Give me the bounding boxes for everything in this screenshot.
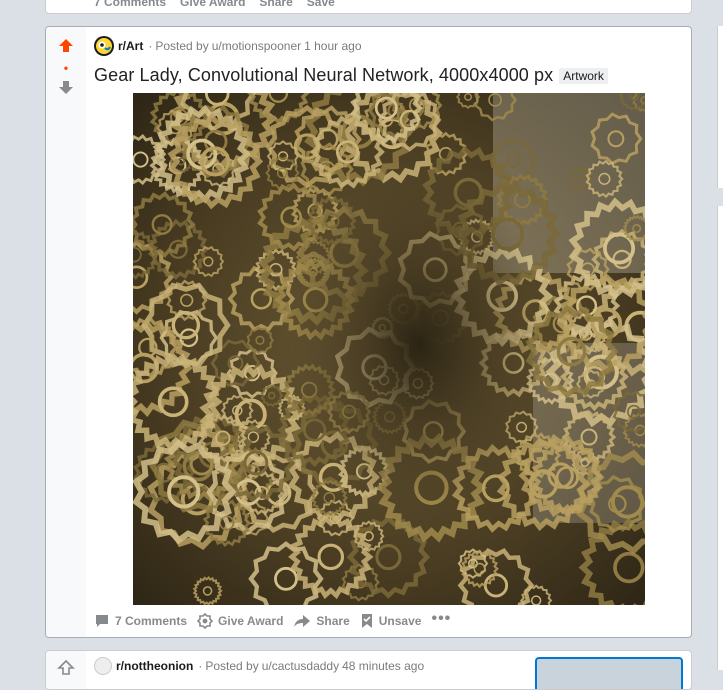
arrow-up-icon[interactable] bbox=[57, 37, 75, 55]
posted-by-label: Posted by bbox=[205, 659, 259, 673]
next-post-card[interactable]: r/nottheonion · Posted by u/cactusdaddy … bbox=[45, 650, 692, 690]
more-dots-icon[interactable]: ••• bbox=[431, 611, 451, 627]
award-icon bbox=[197, 613, 214, 629]
meta-separator: · bbox=[148, 39, 153, 53]
previous-save-button[interactable]: Save bbox=[307, 0, 335, 9]
arrow-down-icon[interactable] bbox=[57, 78, 75, 96]
vote-column: • bbox=[46, 27, 86, 637]
share-arrow-icon bbox=[294, 615, 311, 627]
unsave-button[interactable]: Unsave bbox=[360, 613, 422, 629]
share-button[interactable]: Share bbox=[293, 613, 350, 629]
post-title-row: Gear Lady, Convolutional Neural Network,… bbox=[94, 65, 608, 86]
meta-separator: · bbox=[198, 659, 203, 673]
subreddit-link[interactable]: r/Art bbox=[118, 39, 143, 53]
give-award-label: Give Award bbox=[218, 614, 284, 628]
next-post-thumbnail[interactable] bbox=[535, 657, 683, 689]
sidebar-widget-edge bbox=[717, 26, 723, 188]
comments-button[interactable]: 7 Comments bbox=[94, 613, 187, 629]
previous-comments-button[interactable]: 7 Comments bbox=[94, 0, 166, 9]
next-vote-column bbox=[46, 651, 86, 689]
next-post-timestamp[interactable]: 48 minutes ago bbox=[342, 659, 424, 673]
bookmark-icon bbox=[361, 614, 372, 628]
previous-share-button[interactable]: Share bbox=[259, 0, 292, 9]
previous-post-card[interactable]: 7 Comments Give Award Share Save bbox=[45, 0, 692, 14]
previous-give-award-button[interactable]: Give Award bbox=[180, 0, 245, 9]
previous-post-actions: 7 Comments Give Award Share Save bbox=[94, 0, 349, 9]
post-title[interactable]: Gear Lady, Convolutional Neural Network,… bbox=[94, 65, 553, 86]
comments-label: 7 Comments bbox=[115, 614, 188, 628]
post-actions: 7 Comments Give Award Share Unsave ••• bbox=[94, 611, 461, 631]
unsave-label: Unsave bbox=[378, 614, 422, 628]
sidebar-widget-edge-2 bbox=[717, 206, 723, 670]
next-post-meta: r/nottheonion · Posted by u/cactusdaddy … bbox=[94, 657, 424, 675]
next-subreddit-link[interactable]: r/nottheonion bbox=[116, 659, 193, 673]
comment-bubble-icon bbox=[96, 615, 108, 627]
author-link[interactable]: u/motionspooner bbox=[212, 39, 301, 53]
next-author-link[interactable]: u/cactusdaddy bbox=[262, 659, 339, 673]
arrow-up-icon[interactable] bbox=[57, 659, 75, 677]
subreddit-avatar-icon[interactable] bbox=[94, 657, 112, 675]
vote-score: • bbox=[63, 61, 69, 75]
give-award-button[interactable]: Give Award bbox=[197, 613, 283, 629]
post-flair[interactable]: Artwork bbox=[559, 67, 608, 84]
post-meta: r/Art · Posted by u/motionspooner 1 hour… bbox=[94, 36, 362, 56]
post-card[interactable]: • r/Art · Posted by u/motionspooner 1 ho… bbox=[45, 26, 692, 638]
post-timestamp[interactable]: 1 hour ago bbox=[304, 39, 361, 53]
gear-artwork-image bbox=[133, 93, 645, 605]
posted-by-label: Posted by bbox=[155, 39, 209, 53]
subreddit-avatar-icon[interactable] bbox=[94, 36, 114, 56]
share-label: Share bbox=[316, 614, 350, 628]
post-image[interactable] bbox=[133, 93, 645, 605]
